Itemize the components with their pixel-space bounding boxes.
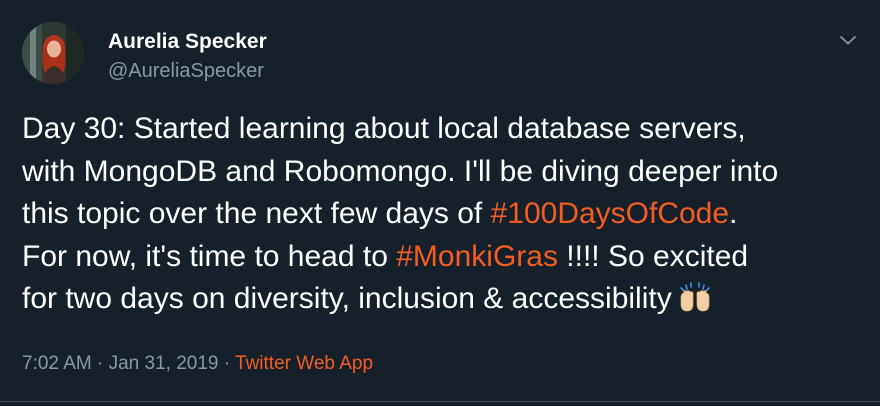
- tweet-text-segment: this topic over the next few days of: [22, 197, 491, 230]
- tweet-text-line: with MongoDB and Robomongo. I'll be divi…: [22, 151, 867, 194]
- chevron-down-icon[interactable]: [836, 28, 860, 52]
- tweet-text-line: this topic over the next few days of #10…: [22, 193, 867, 236]
- tweet-date[interactable]: Jan 31, 2019: [109, 353, 219, 374]
- author-display-name[interactable]: Aurelia Specker: [108, 29, 267, 55]
- tweet-metadata: 7:02 AM · Jan 31, 2019 · Twitter Web App: [22, 352, 373, 376]
- tweet-text-segment: for two days on diversity, inclusion & a…: [22, 282, 672, 315]
- separator-dot: ·: [218, 353, 236, 374]
- tweet-text-segment: For now, it's time to head to: [22, 239, 397, 273]
- author-handle[interactable]: @AureliaSpecker: [108, 59, 264, 83]
- separator-dot: ·: [91, 353, 109, 374]
- hashtag-link-monkigras[interactable]: #MonkiGras: [396, 240, 558, 273]
- tweet-card: Aurelia Specker @AureliaSpecker Day 30: …: [0, 0, 880, 406]
- tweet-text-segment: .: [729, 197, 738, 230]
- tweet-text-segment: Day 30: Started learning about local dat…: [22, 112, 746, 145]
- divider: [0, 401, 880, 402]
- tweet-text-line: Day 30: Started learning about local dat…: [22, 108, 867, 151]
- tweet-text-line: For now, it's time to head to #MonkiGras…: [22, 236, 867, 279]
- raising-hands-emoji-icon: [678, 282, 712, 325]
- tweet-text-line: for two days on diversity, inclusion & a…: [22, 278, 867, 321]
- tweet-text-segment: !!!! So excited: [557, 239, 749, 273]
- tweet-text-segment: with MongoDB and Robomongo. I'll be divi…: [22, 154, 779, 188]
- tweet-text: Day 30: Started learning about local dat…: [22, 108, 867, 321]
- tweet-time[interactable]: 7:02 AM: [22, 353, 92, 374]
- hashtag-link-100daysofcode[interactable]: #100DaysOfCode: [491, 197, 729, 230]
- avatar[interactable]: [22, 22, 84, 84]
- source-app-link[interactable]: Twitter Web App: [235, 353, 373, 374]
